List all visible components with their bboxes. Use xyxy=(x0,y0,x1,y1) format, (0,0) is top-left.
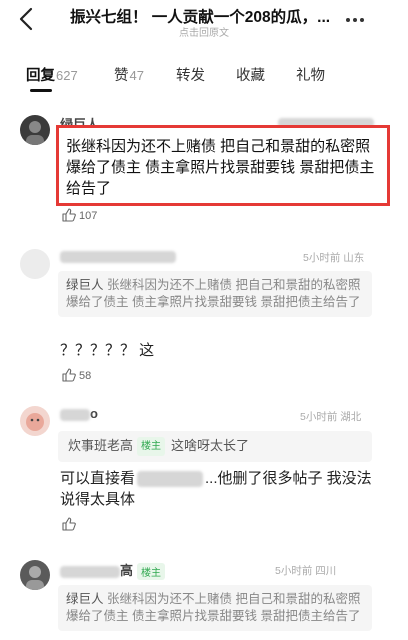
tab-replies[interactable]: 回复627 xyxy=(26,64,78,85)
like-button[interactable]: 58 xyxy=(62,368,91,382)
comment-author[interactable]: 高楼主 xyxy=(60,560,166,581)
comment-author[interactable] xyxy=(60,248,176,263)
reply-text: 这啥呀太长了 xyxy=(171,438,250,453)
avatar[interactable] xyxy=(20,406,50,436)
comment-text: ？？？？？ 这 xyxy=(60,342,155,359)
like-button[interactable]: 107 xyxy=(62,208,97,222)
reply-context[interactable]: 炊事班老高 楼主 这啥呀太长了 xyxy=(58,431,372,463)
tab-likes-label: 赞 xyxy=(114,68,129,84)
tab-reposts-label: 转发 xyxy=(176,68,205,84)
tab-favorites[interactable]: 收藏 xyxy=(236,64,265,85)
tab-likes[interactable]: 赞47 xyxy=(114,64,144,85)
tab-favorites-label: 收藏 xyxy=(236,68,265,84)
quoted-comment[interactable]: 绿巨人 张继科因为还不上赌债 把自己和景甜的私密照爆给了债主 债主拿照片找景甜要… xyxy=(58,585,372,631)
thumbs-up-icon xyxy=(62,368,76,382)
tab-reposts[interactable]: 转发 xyxy=(176,64,205,85)
comment-meta: 5小时前 四川 xyxy=(275,565,337,577)
avatar[interactable] xyxy=(20,115,50,145)
tab-gifts-label: 礼物 xyxy=(296,68,325,84)
back-to-post-link[interactable]: 点击回原文 xyxy=(0,24,408,39)
comment-text: 可以直接看 ...他删了很多帖子 我没法说得太具体 xyxy=(60,468,372,510)
more-options-icon[interactable] xyxy=(346,11,372,25)
quoted-text: 张继科因为还不上赌债 把自己和景甜的私密照爆给了债主 债主拿照片找景甜要钱 景甜… xyxy=(66,592,361,623)
tab-likes-count: 47 xyxy=(129,68,144,83)
like-count: 58 xyxy=(79,370,92,382)
op-badge: 楼主 xyxy=(137,563,166,581)
quoted-author: 绿巨人 xyxy=(66,278,104,292)
active-tab-indicator xyxy=(30,89,52,92)
quoted-author: 绿巨人 xyxy=(66,592,104,606)
tab-gifts[interactable]: 礼物 xyxy=(296,64,325,85)
comment-text-part1: 可以直接看 xyxy=(60,470,136,487)
tab-replies-label: 回复 xyxy=(26,68,55,84)
comment-author-name-suffix: o xyxy=(90,406,98,421)
quoted-comment[interactable]: 绿巨人 张继科因为还不上赌债 把自己和景甜的私密照爆给了债主 债主拿照片找景甜要… xyxy=(58,271,372,317)
thumbs-up-icon xyxy=(62,208,76,222)
comment-author[interactable]: o xyxy=(60,406,98,421)
highlight-box: 张继科因为还不上赌债 把自己和景甜的私密照爆给了债主 债主拿照片找景甜要钱 景甜… xyxy=(56,125,390,206)
comment-text: 张继科因为还不上赌债 把自己和景甜的私密照爆给了债主 债主拿照片找景甜要钱 景甜… xyxy=(66,138,375,197)
op-badge: 楼主 xyxy=(137,437,166,457)
tab-bar: 回复627 赞47 转发 收藏 礼物 xyxy=(0,58,408,94)
quoted-text: 张继科因为还不上赌债 把自己和景甜的私密照爆给了债主 债主拿照片找景甜要钱 景甜… xyxy=(66,278,361,309)
like-button[interactable] xyxy=(62,517,79,531)
comment-meta: 5小时前 湖北 xyxy=(300,411,362,423)
reply-to-name: 炊事班老高 xyxy=(68,438,134,453)
top-bar: 振兴七组！ 一人贡献一个208的瓜，... 点击回原文 xyxy=(0,0,408,44)
comment-meta: 5小时前 山东 xyxy=(303,252,365,264)
tab-replies-count: 627 xyxy=(56,68,78,83)
avatar[interactable] xyxy=(20,560,50,590)
like-count: 107 xyxy=(79,210,98,222)
thumbs-up-icon xyxy=(62,517,76,531)
comment-author-name-suffix: 高 xyxy=(120,563,134,578)
avatar[interactable] xyxy=(20,249,50,279)
